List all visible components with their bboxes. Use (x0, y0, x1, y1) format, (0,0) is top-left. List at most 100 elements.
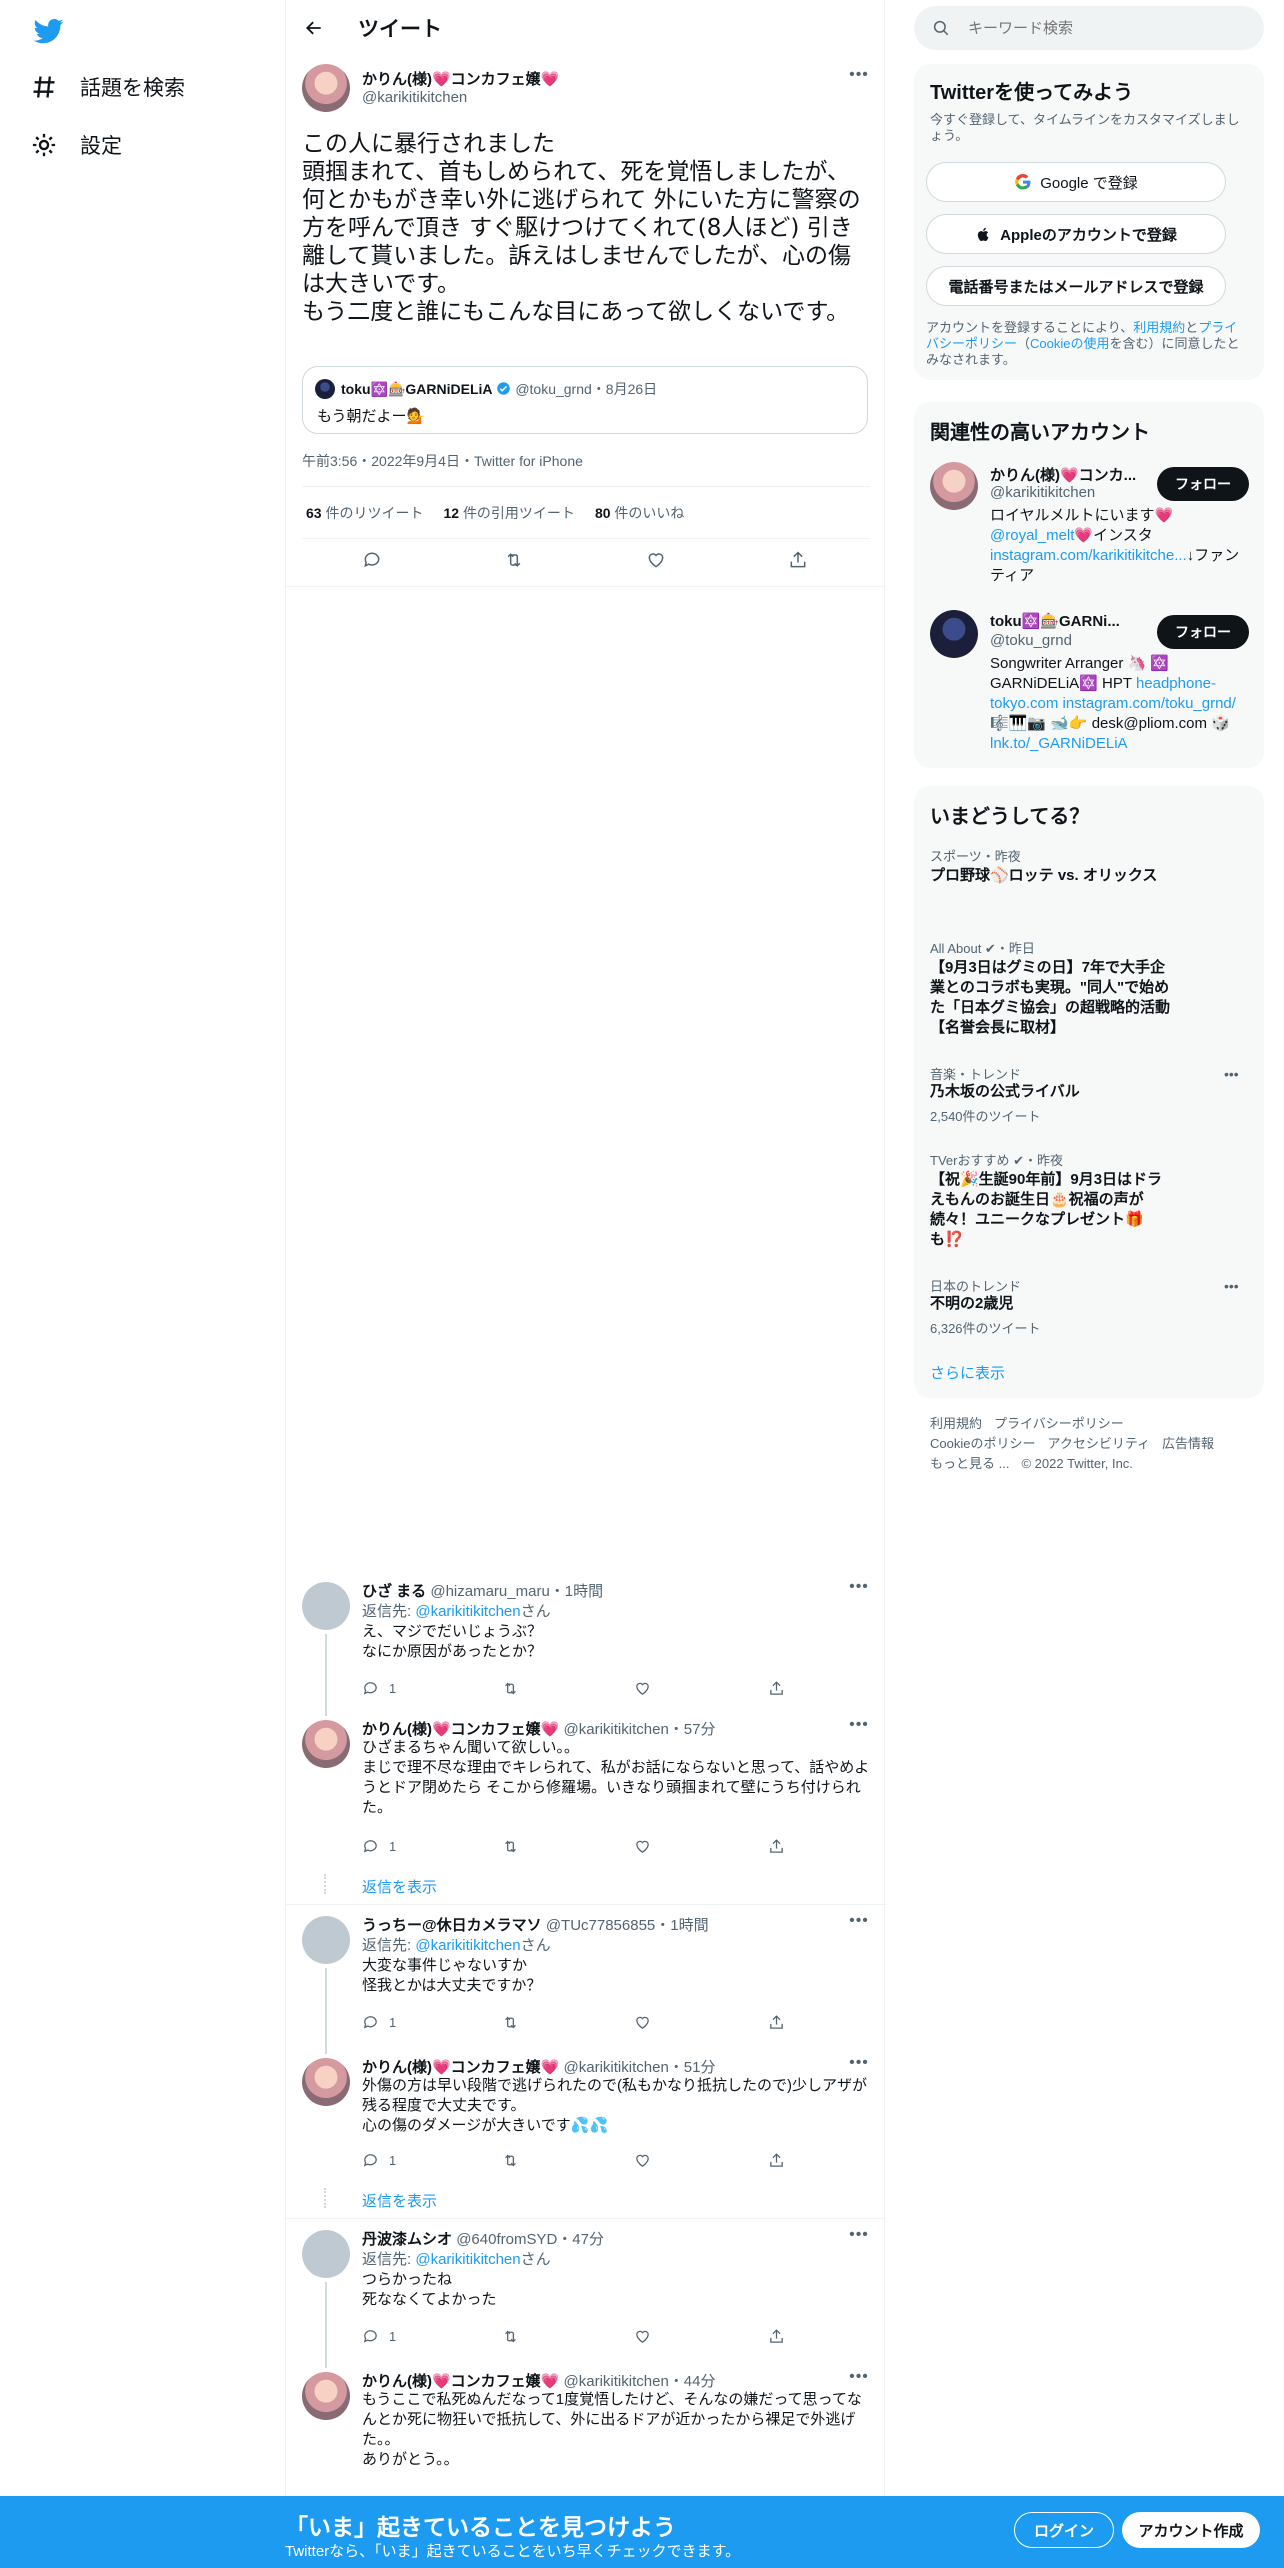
reply-tweet[interactable]: うっちー@休日カメラマソ @TUc77856855・1時間 ••• 返信先: @… (286, 1910, 886, 2054)
reply-button[interactable]: 1 (362, 2014, 396, 2031)
more-icon[interactable]: ••• (848, 1913, 870, 1936)
avatar[interactable] (930, 462, 978, 510)
author-handle[interactable]: @karikitikitchen (362, 89, 467, 106)
author-name[interactable]: かりん(様)💗コンカフェ嬢💗 (362, 1721, 559, 1738)
like-button[interactable] (634, 1838, 651, 1855)
more-icon[interactable]: ••• (848, 2369, 870, 2392)
apple-signup-button[interactable]: Appleのアカウントで登録 (926, 214, 1226, 254)
show-replies-link[interactable]: 返信を表示 (362, 1876, 437, 1897)
retweet-button[interactable] (502, 2152, 519, 2169)
account-handle[interactable]: @toku_grnd (990, 632, 1072, 649)
share-button[interactable] (788, 550, 808, 570)
bio-link[interactable]: instagram.com/toku_grnd/ (1063, 695, 1236, 712)
nav-settings[interactable]: 設定 (30, 123, 122, 167)
reply-tweet[interactable]: かりん(様)💗コンカフェ嬢💗 @karikitikitchen・44分 ••• … (286, 2366, 886, 2496)
reply-tweet[interactable]: 丹波漆ムシオ @640fromSYD・47分 ••• 返信先: @karikit… (286, 2224, 886, 2368)
quote-stat[interactable]: 12 件の引用ツイート (443, 503, 574, 523)
google-signup-button[interactable]: Google で登録 (926, 162, 1226, 202)
reply-time[interactable]: ・1時間 (655, 1917, 708, 1934)
like-button[interactable] (634, 2152, 651, 2169)
reply-button[interactable] (362, 550, 382, 570)
avatar[interactable] (930, 610, 978, 658)
author-name[interactable]: かりん(様)💗コンカフェ嬢💗 (362, 2059, 559, 2076)
search-input[interactable] (968, 16, 1248, 40)
like-stat[interactable]: 80 件のいいね (595, 503, 684, 523)
back-button[interactable] (300, 14, 328, 42)
footer-privacy-link[interactable]: プライバシーポリシー (994, 1416, 1124, 1431)
signup-button[interactable]: アカウント作成 (1122, 2512, 1260, 2548)
footer-cookie-link[interactable]: Cookieのポリシー (930, 1436, 1035, 1451)
bio-link[interactable]: lnk.to/_GARNiDELiA (990, 735, 1128, 752)
more-icon[interactable]: ••• (848, 1579, 870, 1602)
author-name[interactable]: ひざ まる (362, 1583, 426, 1600)
share-button[interactable] (768, 2014, 785, 2031)
avatar[interactable] (302, 2058, 350, 2106)
author-name[interactable]: かりん(様)💗コンカフェ嬢💗 (362, 68, 559, 89)
avatar[interactable] (302, 1582, 350, 1630)
reply-time[interactable]: ・1時間 (550, 1583, 603, 1600)
share-button[interactable] (768, 2328, 785, 2345)
share-button[interactable] (768, 1680, 785, 1697)
avatar[interactable] (302, 2230, 350, 2278)
retweet-stat[interactable]: 63 件のリツイート (306, 503, 423, 523)
reply-to-link[interactable]: @karikitikitchen (415, 1937, 520, 1954)
cookie-link[interactable]: Cookieの使用 (1030, 336, 1109, 351)
footer-ads-link[interactable]: 広告情報 (1162, 1436, 1214, 1451)
reply-time[interactable]: ・51分 (669, 2059, 716, 2076)
show-replies-link[interactable]: 返信を表示 (362, 2190, 437, 2211)
login-button[interactable]: ログイン (1014, 2512, 1114, 2548)
more-icon[interactable]: ••• (1224, 1278, 1239, 1294)
reply-to-link[interactable]: @karikitikitchen (415, 2251, 520, 2268)
reply-time[interactable]: ・47分 (557, 2231, 604, 2248)
footer-accessibility-link[interactable]: アクセシビリティ (1047, 1436, 1150, 1451)
reply-tweet[interactable]: ひざ まる @hizamaru_maru・1時間 ••• 返信先: @karik… (286, 1576, 886, 1716)
retweet-button[interactable] (502, 2328, 519, 2345)
reply-time[interactable]: ・44分 (669, 2373, 716, 2390)
reply-button[interactable]: 1 (362, 1838, 396, 1855)
reply-tweet[interactable]: かりん(様)💗コンカフェ嬢💗 @karikitikitchen・51分 ••• … (286, 2052, 886, 2218)
bio-link[interactable]: instagram.com/karikitikitche... (990, 547, 1187, 564)
like-button[interactable] (634, 2014, 651, 2031)
author-name[interactable]: かりん(様)💗コンカフェ嬢💗 (362, 2373, 559, 2390)
retweet-button[interactable] (502, 1680, 519, 1697)
avatar[interactable] (302, 64, 350, 112)
like-button[interactable] (634, 1680, 651, 1697)
retweet-button[interactable] (502, 2014, 519, 2031)
terms-link[interactable]: 利用規約 (1133, 320, 1185, 335)
retweet-button[interactable] (502, 1838, 519, 1855)
search-box[interactable] (914, 6, 1264, 50)
more-icon[interactable]: ••• (848, 2055, 870, 2078)
avatar[interactable] (302, 1720, 350, 1768)
retweet-button[interactable] (504, 550, 524, 570)
tweet-timestamp[interactable]: 午前3:56・2022年9月4日・Twitter for iPhone (302, 451, 583, 471)
account-name[interactable]: かりん(様)💗コンカ... (990, 464, 1140, 485)
nav-explore[interactable]: 話題を検索 (30, 65, 185, 109)
reply-tweet[interactable]: かりん(様)💗コンカフェ嬢💗 @karikitikitchen・57分 ••• … (286, 1714, 886, 1904)
phone-signup-button[interactable]: 電話番号またはメールアドレスで登録 (926, 266, 1226, 306)
reply-time[interactable]: ・57分 (669, 1721, 716, 1738)
account-name[interactable]: toku🔯🎰GARNi... (990, 612, 1140, 630)
show-more-link[interactable]: さらに表示 (930, 1362, 1005, 1383)
more-icon[interactable]: ••• (848, 67, 870, 90)
reply-button[interactable]: 1 (362, 1680, 396, 1697)
account-handle[interactable]: @karikitikitchen (990, 484, 1095, 501)
share-button[interactable] (768, 1838, 785, 1855)
reply-to-link[interactable]: @karikitikitchen (415, 1603, 520, 1620)
avatar[interactable] (302, 1916, 350, 1964)
share-button[interactable] (768, 2152, 785, 2169)
avatar[interactable] (302, 2372, 350, 2420)
twitter-bird-icon[interactable] (32, 16, 66, 46)
follow-button[interactable]: フォロー (1157, 615, 1249, 649)
footer-more-link[interactable]: もっと見る ... (930, 1456, 1009, 1471)
more-icon[interactable]: ••• (1224, 1066, 1239, 1082)
reply-button[interactable]: 1 (362, 2152, 396, 2169)
more-icon[interactable]: ••• (848, 2227, 870, 2250)
like-button[interactable] (646, 550, 666, 570)
author-name[interactable]: 丹波漆ムシオ (362, 2231, 452, 2248)
footer-terms-link[interactable]: 利用規約 (930, 1416, 982, 1431)
follow-button[interactable]: フォロー (1157, 467, 1249, 501)
reply-button[interactable]: 1 (362, 2328, 396, 2345)
author-name[interactable]: うっちー@休日カメラマソ (362, 1917, 542, 1934)
quoted-tweet[interactable]: toku🔯🎰GARNiDELiA @toku_grnd・8月26日 もう朝だよー… (302, 366, 868, 434)
bio-link[interactable]: @royal_melt (990, 527, 1074, 544)
